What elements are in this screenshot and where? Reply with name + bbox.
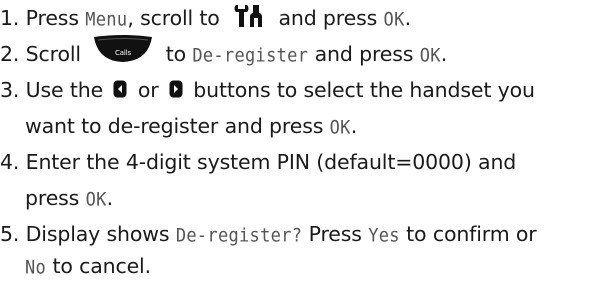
step-text: Scroll — [25, 42, 81, 66]
step-text: Use the — [25, 78, 104, 102]
step-text: to cancel. — [52, 254, 151, 278]
step-text: Press — [308, 222, 362, 246]
step-4: 4. Enter the 4-digit system PIN (default… — [0, 144, 516, 180]
step-text: Display shows — [25, 222, 170, 246]
ok-key-label: OK — [85, 189, 107, 211]
step-3: 3. Use the or buttons to select the hand… — [0, 72, 535, 108]
yes-key-label: Yes — [368, 225, 400, 247]
step-text: Enter the 4-digit system PIN (default=00… — [25, 150, 517, 174]
step-end: . — [440, 42, 448, 66]
step-3-continued: want to de-register and press OK. — [25, 108, 357, 144]
ok-key-label: OK — [419, 45, 441, 67]
calls-label: Calls — [115, 49, 131, 57]
calls-scroll-key-icon: Calls — [94, 35, 153, 62]
step-text: to — [165, 42, 186, 66]
step-end: . — [106, 186, 114, 210]
ok-key-label: OK — [383, 9, 405, 31]
step-number: 2. — [0, 42, 20, 66]
screen-text: De-register — [192, 45, 309, 67]
step-number: 4. — [0, 150, 20, 174]
left-arrow-key-icon — [113, 80, 127, 98]
step-text: buttons to select the handset you — [193, 78, 535, 102]
step-end: . — [404, 6, 412, 30]
step-text: and press — [278, 6, 378, 30]
step-text: to confirm or — [406, 222, 537, 246]
step-text: press — [25, 186, 80, 210]
step-end: . — [350, 114, 358, 138]
step-text: or — [137, 78, 159, 102]
step-5: 5. Display shows De-register? Press Yes … — [0, 216, 537, 252]
step-text: want to de-register and press — [25, 114, 324, 138]
step-number: 1. — [0, 6, 20, 30]
step-text: and press — [314, 42, 414, 66]
step-number: 3. — [0, 78, 20, 102]
no-key-label: No — [25, 257, 47, 279]
step-number: 5. — [0, 222, 20, 246]
screen-text: De-register? — [175, 225, 303, 247]
ok-key-label: OK — [329, 117, 351, 139]
step-text: , scroll to — [127, 6, 220, 30]
step-4-continued: press OK. — [25, 180, 113, 216]
step-5-continued: No to cancel. — [25, 248, 151, 284]
right-arrow-key-icon — [169, 80, 183, 98]
tools-icon — [234, 5, 263, 27]
step-2: 2. Scroll Calls to De-register and press… — [0, 35, 448, 72]
step-1: 1. Press Menu, scroll to and press OK. — [0, 0, 411, 36]
step-text: Press — [25, 6, 79, 30]
